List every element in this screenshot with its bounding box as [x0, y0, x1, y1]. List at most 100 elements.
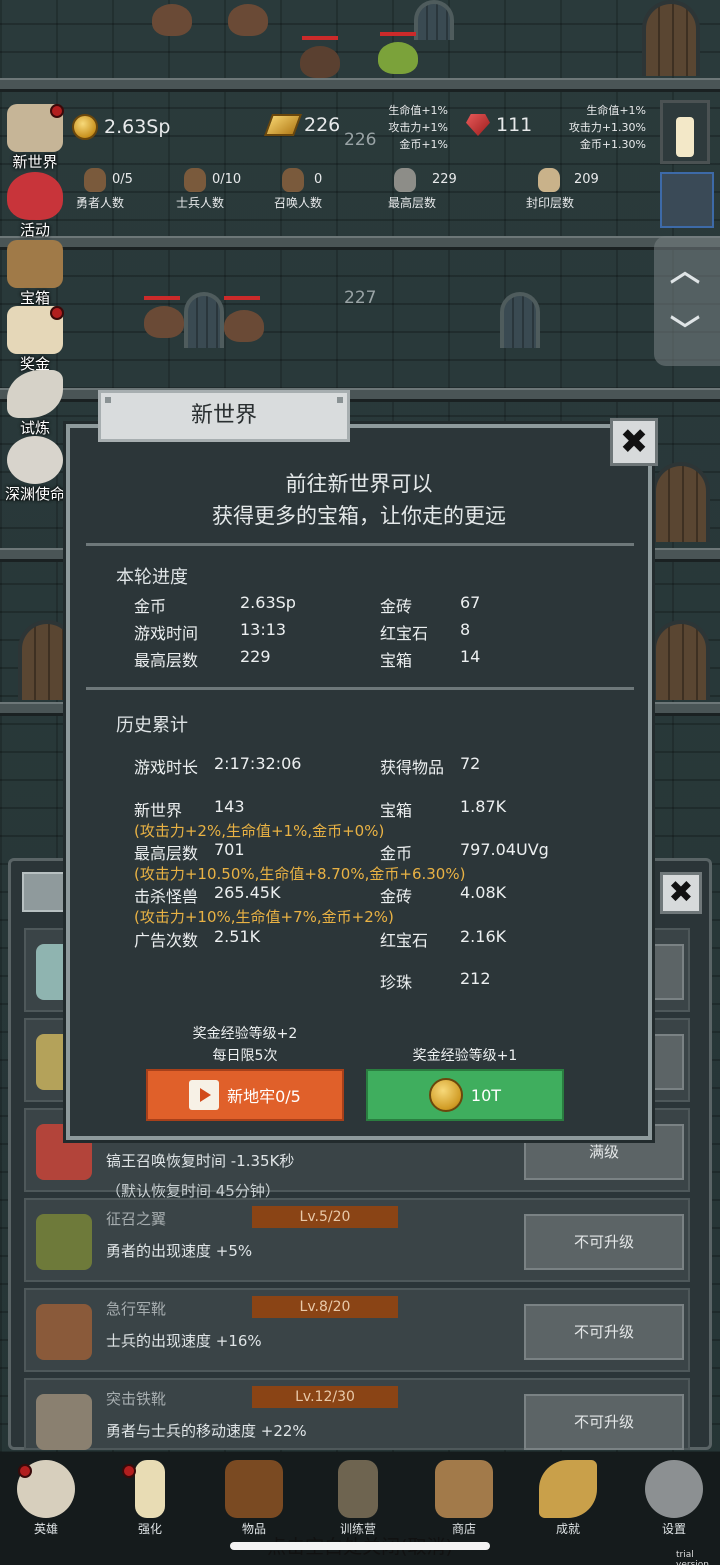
modal-close-button[interactable]: ✖ — [610, 418, 658, 466]
nav-settings[interactable]: 设置 — [634, 1460, 714, 1537]
side-events[interactable]: 活动 — [4, 172, 66, 239]
scroll-button[interactable] — [660, 172, 714, 228]
nav-shop[interactable]: 商店 — [424, 1460, 504, 1537]
lantern-icon — [338, 1460, 378, 1518]
trial-watermark: trial version — [676, 1550, 709, 1565]
upgrade-level: Lv.5/20 — [252, 1206, 398, 1228]
gold-bar-buffs: 生命值+1% 攻击力+1% 金币+1% — [380, 102, 448, 153]
bat-monster[interactable] — [144, 306, 184, 338]
side-trial[interactable]: 试炼 — [4, 370, 66, 437]
gear-icon — [645, 1460, 703, 1518]
coin-value: 2.63Sp — [104, 116, 171, 138]
stat-label: 获得物品 — [380, 758, 445, 777]
buff-line: 金币+1.30% — [579, 138, 646, 151]
stat-value: 67 — [460, 593, 481, 612]
nav-items[interactable]: 物品 — [214, 1460, 294, 1537]
close-icon: ✖ — [668, 875, 694, 910]
side-new-world-label: 新世界 — [12, 153, 58, 171]
gold-bar-icon — [263, 114, 303, 136]
bonus-text: (攻击力+2%,生命值+1%,金币+0%) — [134, 822, 385, 840]
side-chest[interactable]: 宝箱 — [4, 240, 66, 307]
close-icon: ✖ — [619, 422, 649, 462]
stat-value: 212 — [460, 969, 491, 988]
upgrade-button[interactable]: 不可升级 — [524, 1214, 684, 1270]
gold-bar-value: 226 — [304, 114, 341, 136]
bat-monster[interactable] — [224, 310, 264, 342]
notification-dot — [122, 1464, 136, 1478]
watch-ad-new-dungeon-button[interactable]: 新地牢0/5 — [146, 1069, 344, 1121]
buff-line: 金币+1% — [399, 138, 448, 151]
buff-line: 生命值+1% — [388, 104, 448, 117]
home-indicator[interactable] — [230, 1542, 490, 1550]
upgrade-desc: 士兵的出现速度 +16% — [106, 1332, 262, 1350]
boot-icon — [36, 1304, 92, 1360]
pay-coin-button[interactable]: 10T — [366, 1069, 564, 1121]
chevron-down-icon[interactable]: ﹀ — [670, 306, 700, 350]
stat-value: 13:13 — [240, 620, 287, 639]
stat-label: 击杀怪兽 — [134, 887, 199, 906]
buff-line: 生命值+1% — [586, 104, 646, 117]
stat-label: 新世界 — [134, 801, 183, 820]
bonus-text: (攻击力+10%,生命值+7%,金币+2%) — [134, 908, 394, 926]
upgrade-row: 急行军靴 Lv.8/20 士兵的出现速度 +16% 不可升级 — [24, 1288, 690, 1372]
reward-ad-limit: 每日限5次 — [212, 1048, 278, 1064]
stat-label: 金币 — [134, 597, 167, 616]
chevron-up-icon[interactable]: ︿ — [670, 246, 700, 290]
floor-number: 226 — [344, 130, 377, 150]
nav-enhance[interactable]: 强化 — [110, 1460, 190, 1537]
upgrade-button[interactable]: 不可升级 — [524, 1304, 684, 1360]
side-new-world[interactable]: 新世界 — [4, 104, 66, 171]
nav-achievements[interactable]: 成就 — [528, 1460, 608, 1537]
stat-value: 265.45K — [214, 883, 281, 902]
candle-icon — [135, 1460, 165, 1518]
stat-label: 珍珠 — [380, 973, 413, 992]
notification-dot — [18, 1464, 32, 1478]
nav-heroes[interactable]: 英雄 — [6, 1460, 86, 1537]
stat-value: 143 — [214, 797, 245, 816]
side-chest-label: 宝箱 — [19, 289, 50, 307]
seal-floor-label: 封印层数 — [525, 196, 574, 210]
current-progress-title: 本轮进度 — [116, 567, 188, 588]
candle-button[interactable] — [660, 100, 710, 164]
upgrade-desc: 镐王召唤恢复时间 -1.35K秒 — [106, 1152, 295, 1170]
soldier-icon — [184, 168, 206, 192]
max-floor-label: 最高层数 — [387, 196, 436, 210]
bat-monster[interactable] — [152, 4, 192, 36]
stat-value: 229 — [240, 647, 271, 666]
upgrade-close-button[interactable]: ✖ — [660, 872, 702, 914]
dungeon-door — [642, 0, 700, 76]
stat-value: 4.08K — [460, 883, 507, 902]
stat-value: 797.04UVg — [460, 840, 549, 859]
stat-value: 2:17:32:06 — [214, 754, 302, 773]
hero-count: 0/5 勇者人数 — [70, 168, 133, 211]
stat-value: 8 — [460, 620, 471, 639]
history-title: 历史累计 — [116, 715, 188, 736]
dungeon-floor — [0, 236, 720, 250]
stat-value: 14 — [460, 647, 481, 666]
nav-training-camp[interactable]: 训练营 — [318, 1460, 398, 1537]
stat-label: 游戏时长 — [134, 758, 199, 777]
side-abyss-mission[interactable]: 深渊使命 — [4, 436, 66, 503]
stone-icon — [394, 168, 416, 192]
key-icon — [539, 1460, 597, 1518]
upgrade-button[interactable]: 不可升级 — [524, 1394, 684, 1450]
stat-value: 1.87K — [460, 797, 507, 816]
gold-bar-counter: 226 — [263, 114, 341, 136]
spider-monster[interactable] — [300, 46, 340, 78]
buff-line: 攻击力+1.30% — [568, 121, 646, 134]
stat-label: 最高层数 — [134, 651, 199, 670]
upgrade-level: Lv.8/20 — [252, 1296, 398, 1318]
hero-count-label: 勇者人数 — [75, 196, 124, 210]
stat-label: 金币 — [380, 844, 413, 863]
side-bonus[interactable]: 奖金 — [4, 306, 66, 373]
dungeon-window — [500, 292, 540, 348]
upgrade-name: 征召之翼 — [106, 1210, 167, 1228]
soldier-count: 0/10 士兵人数 — [170, 168, 241, 211]
stat-value: 2.63Sp — [240, 593, 296, 612]
stat-label: 宝箱 — [380, 651, 413, 670]
pay-coin-button-label: 10T — [470, 1085, 502, 1105]
bat-monster[interactable] — [228, 4, 268, 36]
slime-monster[interactable] — [378, 42, 418, 74]
heart-icon — [7, 172, 63, 220]
divider — [86, 543, 634, 546]
